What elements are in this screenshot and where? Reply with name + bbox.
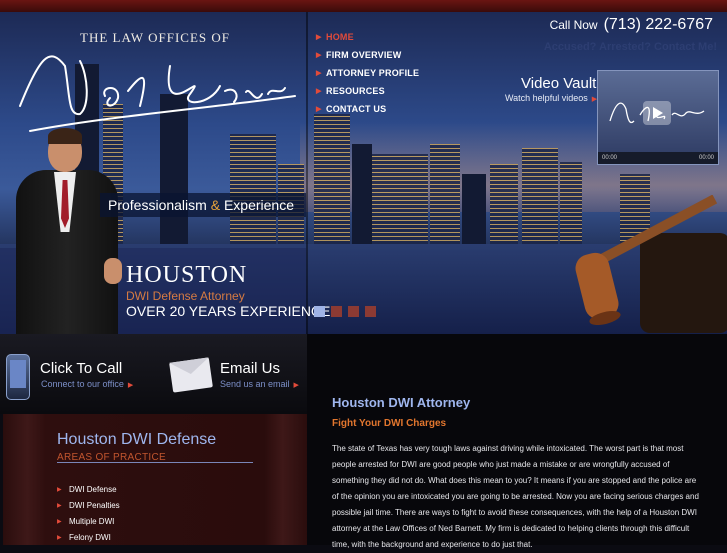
skyline-building — [490, 164, 518, 244]
experience-label: OVER 20 YEARS EXPERIENCE — [126, 303, 331, 319]
nav-item-attorney-profile[interactable]: ▶ ATTORNEY PROFILE — [316, 64, 466, 82]
skyline-building — [230, 134, 276, 244]
practice-item-dwi-penalties[interactable]: ▶ DWI Penalties — [57, 497, 120, 513]
skyline-building — [372, 154, 428, 244]
practice-item-label: DWI Penalties — [69, 500, 120, 510]
nav-item-label: FIRM OVERVIEW — [326, 50, 402, 60]
main-body-text: The state of Texas has very tough laws a… — [332, 444, 699, 549]
practice-item-label: Multiple DWI — [69, 516, 115, 526]
click-to-call-sub: Connect to our office — [41, 379, 124, 389]
practice-item-multiple-dwi[interactable]: ▶ Multiple DWI — [57, 513, 120, 529]
practice-item-felony-dwi[interactable]: ▶ Felony DWI — [57, 529, 120, 545]
video-time-current: 00:00 — [602, 155, 618, 161]
tagline: Professionalism & Experience — [100, 193, 306, 217]
arrow-right-icon: ▶ — [316, 52, 322, 59]
arrow-right-icon: ▶ — [57, 486, 62, 493]
tagline-prefix: Professionalism — [108, 197, 207, 213]
call-now: Call Now (713) 222-6767 — [550, 16, 713, 34]
play-icon[interactable] — [643, 101, 671, 125]
click-to-call-link[interactable]: Connect to our office ▶ — [41, 379, 133, 389]
arrow-right-icon: ▶ — [316, 88, 322, 95]
click-to-call-title[interactable]: Click To Call — [40, 360, 122, 377]
accused-link[interactable]: Accused? Arrested? Contact Me! — [544, 41, 717, 53]
attorney-photo — [8, 128, 126, 334]
main-title: Houston DWI Attorney — [332, 395, 471, 410]
slider-dot[interactable] — [348, 306, 359, 317]
skyline-building — [430, 144, 460, 244]
nav-item-home[interactable]: ▶ HOME — [316, 28, 466, 46]
practice-areas-divider — [57, 462, 253, 463]
practice-item-dwi-defense[interactable]: ▶ DWI Defense — [57, 481, 120, 497]
video-vault-title[interactable]: Video Vault — [521, 75, 596, 92]
practice-label: DWI Defense Attorney — [126, 289, 245, 303]
skyline-building — [314, 114, 350, 244]
practice-item-label: DWI Defense — [69, 484, 117, 494]
video-controls[interactable]: 00:00 00:00 — [598, 152, 718, 164]
nav-item-firm-overview[interactable]: ▶ FIRM OVERVIEW — [316, 46, 466, 64]
tagline-suffix: Experience — [223, 197, 294, 213]
arrow-right-icon: ▶ — [57, 502, 62, 509]
call-now-label: Call Now — [549, 18, 598, 32]
practice-areas-list: ▶ DWI Defense ▶ DWI Penalties ▶ Multiple DW… — [57, 481, 120, 545]
slider-dot[interactable] — [314, 306, 325, 317]
arrow-right-icon: ▶ — [316, 70, 322, 77]
arrow-right-icon: ▶ — [57, 534, 62, 541]
phone-number[interactable]: (713) 222-6767 — [604, 16, 713, 33]
main-nav: ▶ HOME ▶ FIRM OVERVIEW ▶ ATTORNEY PROFILE ▶… — [316, 28, 466, 118]
nav-item-label: HOME — [326, 32, 354, 42]
email-us-sub: Send us an email — [220, 379, 290, 389]
email-us-link[interactable]: Send us an email ▶ — [220, 379, 299, 389]
email-us-title[interactable]: Email Us — [220, 360, 280, 377]
video-player[interactable]: 00:00 00:00 — [597, 70, 719, 165]
practice-item-label: Felony DWI — [69, 532, 111, 542]
practice-areas-title: Houston DWI Defense — [57, 431, 217, 448]
skyline-building — [462, 174, 486, 244]
video-vault-subtitle: Watch helpful videos — [505, 93, 588, 103]
arrow-right-icon: ▶ — [293, 382, 299, 389]
city-heading: HOUSTON — [126, 262, 248, 288]
nav-item-contact-us[interactable]: ▶ CONTACT US — [316, 100, 466, 118]
slider-dot[interactable] — [331, 306, 342, 317]
gavel-icon — [575, 195, 727, 333]
nav-item-resources[interactable]: ▶ RESOURCES — [316, 82, 466, 100]
main-subtitle: Fight Your DWI Charges — [332, 418, 447, 429]
envelope-icon[interactable] — [169, 357, 213, 393]
phone-icon[interactable] — [6, 354, 30, 400]
arrow-right-icon: ▶ — [316, 34, 322, 41]
arrow-right-icon: ▶ — [57, 518, 62, 525]
nav-item-label: ATTORNEY PROFILE — [326, 68, 420, 78]
arrow-right-icon: ▶ — [316, 106, 322, 113]
skyline-building — [352, 144, 372, 244]
nav-item-label: CONTACT US — [326, 104, 387, 114]
tagline-amp: & — [210, 197, 221, 213]
slider-dot[interactable] — [365, 306, 376, 317]
nav-item-label: RESOURCES — [326, 86, 385, 96]
video-vault-link[interactable]: Watch helpful videos ▶ — [505, 93, 597, 103]
arrow-right-icon: ▶ — [127, 382, 134, 389]
slider-dots — [314, 306, 376, 317]
video-time-total: 00:00 — [698, 155, 714, 161]
skyline-building — [522, 148, 558, 244]
hero-divider — [306, 12, 308, 334]
